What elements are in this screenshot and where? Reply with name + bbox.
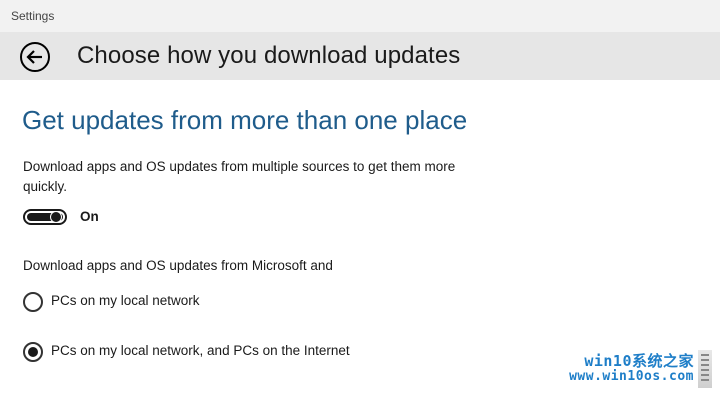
page-title: Choose how you download updates [77, 42, 461, 69]
toggle-knob-center [51, 212, 61, 222]
delivery-optimization-toggle[interactable] [23, 209, 67, 225]
back-button[interactable] [19, 41, 51, 73]
radio-button-unselected[interactable] [23, 292, 43, 312]
sources-label: Download apps and OS updates from Micros… [23, 258, 333, 273]
watermark: win10系统之家 www.win10os.com [552, 350, 712, 388]
arrow-left-circle-icon [20, 42, 50, 72]
section-description: Download apps and OS updates from multip… [23, 159, 456, 194]
radio-button-selected[interactable] [23, 342, 43, 362]
watermark-title: win10系统之家 [584, 352, 694, 370]
watermark-logo [698, 350, 712, 388]
radio-label-local-and-internet: PCs on my local network, and PCs on the … [51, 343, 350, 358]
page-header: Choose how you download updates [0, 32, 720, 80]
radio-selected-dot [28, 347, 38, 357]
window-title: Settings [11, 9, 55, 23]
toggle-state-label: On [80, 209, 99, 224]
watermark-url: www.win10os.com [569, 369, 694, 384]
section-title: Get updates from more than one place [22, 105, 468, 135]
title-bar: Settings [0, 0, 720, 32]
radio-label-local-network: PCs on my local network [51, 293, 200, 308]
settings-window: Settings Choose how you download updates… [0, 0, 720, 400]
